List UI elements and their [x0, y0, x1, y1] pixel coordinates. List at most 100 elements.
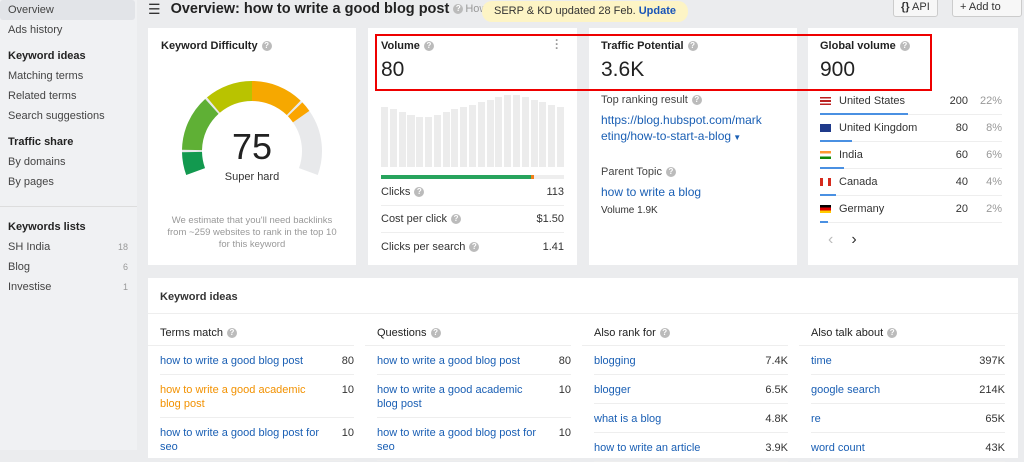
keyword-link[interactable]: how to write a good blog post	[377, 354, 520, 368]
help-icon[interactable]: ?	[423, 41, 434, 52]
menu-icon[interactable]: ☰	[148, 1, 161, 18]
volume-value: 80	[381, 58, 405, 81]
keyword-link[interactable]: word count	[811, 441, 865, 455]
dropdown-caret-icon[interactable]: ▼	[731, 133, 741, 142]
country-row[interactable]: India 60 6%	[820, 142, 1002, 169]
sidebar-item-search-suggestions[interactable]: Search suggestions	[0, 106, 137, 126]
volume-bar[interactable]	[451, 109, 459, 167]
keyword-link[interactable]: how to write a good academic blog post	[377, 383, 537, 411]
flag-icon-us	[820, 97, 831, 105]
keyword-ideas-column: Questions? how to write a good blog post 8…	[365, 320, 571, 461]
country-row[interactable]: United States 200 22%	[820, 88, 1002, 115]
sidebar-item-by-domains[interactable]: By domains	[0, 152, 137, 172]
help-icon[interactable]: ?	[451, 214, 462, 225]
prev-page-button[interactable]: ‹	[828, 231, 833, 248]
add-to-button[interactable]: + Add to	[952, 0, 1022, 17]
parent-topic-volume: Volume 1.9K	[601, 205, 658, 216]
help-icon[interactable]: ?	[226, 328, 237, 339]
sidebar-item-matching-terms[interactable]: Matching terms	[0, 66, 137, 86]
sidebar: Overview Ads history Keyword ideas Match…	[0, 0, 137, 450]
braces-icon: {}	[901, 1, 910, 13]
volume-bar[interactable]	[556, 107, 565, 167]
keyword-link[interactable]: how to write an article	[594, 441, 700, 455]
help-icon[interactable]: ?	[887, 328, 898, 339]
help-icon[interactable]: ?	[469, 241, 480, 252]
top-ranking-url[interactable]: https://blog.hubspot.com/marketing/how-t…	[601, 112, 763, 146]
gauge-segment	[287, 102, 310, 123]
volume-bar[interactable]	[477, 102, 485, 167]
traffic-value: 3.6K	[601, 58, 645, 81]
volume-bar[interactable]	[407, 114, 415, 167]
keyword-link[interactable]: how to write a good academic blog post	[160, 383, 320, 411]
volume-bar[interactable]	[416, 116, 424, 167]
parent-topic-link[interactable]: how to write a blog	[601, 185, 785, 199]
keyword-link[interactable]: time	[811, 354, 832, 368]
keyword-ideas-card: Keyword ideas Terms match? how to write a…	[148, 278, 1018, 462]
more-options-icon[interactable]: · · ·	[555, 34, 559, 54]
help-icon[interactable]: ?	[665, 167, 676, 178]
volume-bar[interactable]	[389, 109, 397, 167]
volume-bar[interactable]	[530, 99, 538, 167]
volume-bar[interactable]	[548, 104, 556, 167]
volume-bar[interactable]	[539, 102, 547, 167]
help-icon[interactable]: ?	[687, 41, 698, 52]
traffic-potential-card: Traffic Potential? 3.6K Top ranking resu…	[589, 28, 797, 265]
keyword-link[interactable]: blogger	[594, 383, 631, 397]
flag-icon-in	[820, 151, 831, 159]
keyword-idea-row: blogger 6.5K	[594, 375, 788, 404]
sidebar-item-related-terms[interactable]: Related terms	[0, 86, 137, 106]
volume-bar[interactable]	[433, 114, 441, 167]
card-title: Keyword Difficulty?	[161, 40, 343, 52]
help-icon[interactable]: ?	[414, 187, 425, 198]
column-header: Terms match?	[148, 320, 354, 346]
help-icon[interactable]: ?	[261, 41, 272, 52]
next-page-button[interactable]: ›	[851, 231, 856, 248]
keyword-idea-row: how to write a good blog post for seo 10	[160, 418, 354, 461]
keyword-idea-row: re 65K	[811, 404, 1005, 433]
keyword-difficulty-card: Keyword Difficulty? 75 Super hard We est…	[148, 28, 356, 265]
help-icon[interactable]: ?	[453, 4, 464, 14]
metric-cpc: Cost per click? $1.50	[381, 206, 564, 233]
help-icon[interactable]: ?	[659, 328, 670, 339]
volume-bar[interactable]	[424, 116, 433, 167]
keyword-link[interactable]: what is a blog	[594, 412, 661, 426]
volume-bar[interactable]	[504, 95, 512, 167]
volume-bar[interactable]	[486, 99, 494, 167]
sidebar-item-overview[interactable]: Overview	[0, 0, 135, 20]
country-row[interactable]: Canada 40 4%	[820, 169, 1002, 196]
volume-bar[interactable]	[495, 97, 503, 167]
help-icon[interactable]: ?	[430, 328, 441, 339]
volume-bar[interactable]	[460, 107, 468, 167]
update-toast: SERP & KD updated 28 Feb. Update	[482, 1, 689, 22]
keyword-list-item[interactable]: SH India 18	[0, 237, 137, 257]
volume-bar[interactable]	[442, 112, 450, 167]
volume-bar[interactable]	[521, 97, 529, 167]
volume-bar[interactable]	[381, 107, 389, 167]
keyword-link[interactable]: how to write a good blog post	[160, 354, 303, 368]
keyword-link[interactable]: google search	[811, 383, 880, 397]
keyword-idea-row: how to write a good blog post for seo 10	[377, 418, 571, 461]
volume-bar[interactable]	[468, 104, 477, 167]
keyword-list-item[interactable]: Investise 1	[0, 277, 137, 297]
keyword-idea-row: what is a blog 4.8K	[594, 404, 788, 433]
keyword-idea-row: how to write a good blog post 80	[377, 346, 571, 375]
keyword-ideas-column: Terms match? how to write a good blog pos…	[148, 320, 354, 461]
sidebar-heading: Keywords lists	[8, 221, 86, 233]
card-title: Volume?	[381, 40, 564, 52]
sidebar-item-ads-history[interactable]: Ads history	[0, 20, 137, 40]
parent-topic-label: Parent Topic?	[601, 166, 785, 178]
column-header: Also talk about?	[799, 320, 1005, 346]
country-row[interactable]: United Kingdom 80 8%	[820, 115, 1002, 142]
keyword-link[interactable]: re	[811, 412, 821, 426]
api-button[interactable]: {} API	[893, 0, 938, 17]
help-icon[interactable]: ?	[899, 41, 910, 52]
keyword-list-item[interactable]: Blog 6	[0, 257, 137, 277]
help-icon[interactable]: ?	[691, 95, 702, 106]
volume-bar[interactable]	[512, 95, 521, 167]
country-row[interactable]: Germany 20 2%	[820, 196, 1002, 223]
volume-bar[interactable]	[398, 112, 406, 167]
keyword-link[interactable]: blogging	[594, 354, 636, 368]
sidebar-item-by-pages[interactable]: By pages	[0, 172, 137, 192]
flag-icon-gb	[820, 124, 831, 132]
update-link[interactable]: Update	[639, 5, 676, 17]
